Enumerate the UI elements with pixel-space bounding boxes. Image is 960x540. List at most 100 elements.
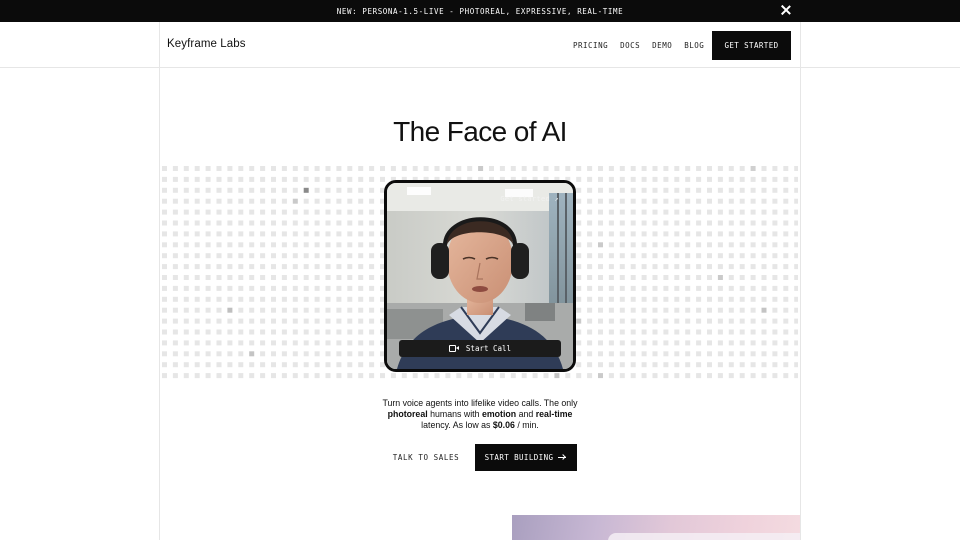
grid-dot [478, 373, 484, 379]
grid-dot [707, 351, 712, 357]
grid-dot [227, 231, 233, 237]
grid-dot [216, 373, 222, 379]
grid-dot [739, 340, 745, 346]
grid-dot [303, 318, 309, 324]
nav-link-pricing[interactable]: PRICING [573, 41, 608, 50]
grid-dot [608, 198, 614, 204]
tagline-text: latency. As low as [421, 420, 493, 431]
grid-dot [608, 187, 614, 193]
grid-dot [260, 187, 266, 193]
grid-dot [325, 220, 331, 226]
grid-dot [336, 198, 342, 204]
grid-dot [194, 285, 200, 291]
grid-dot [641, 362, 647, 368]
grid-dot [794, 340, 798, 346]
grid-dot [598, 296, 603, 302]
grid-dot [303, 242, 309, 248]
grid-dot [347, 275, 353, 280]
grid-dot [194, 187, 200, 193]
brand-logo[interactable]: Keyframe Labs [167, 38, 246, 50]
grid-dot [641, 318, 647, 324]
grid-dot [292, 275, 298, 280]
grid-dot [292, 166, 298, 171]
grid-dot [205, 318, 211, 324]
grid-dot [205, 253, 211, 259]
grid-dot [369, 231, 375, 237]
tagline-realtime: real-time [535, 409, 573, 420]
grid-dot [205, 198, 211, 204]
grid-dot [303, 340, 309, 346]
grid-dot [314, 187, 320, 193]
video-get-started-link[interactable]: Get started ↗ [500, 195, 559, 203]
grid-dot [303, 209, 309, 215]
avatar-video-preview[interactable]: Get started ↗ Start Call [384, 180, 576, 372]
grid-dot [696, 209, 702, 215]
grid-dot [260, 307, 266, 313]
start-building-button[interactable]: START BUILDING [475, 444, 577, 471]
grid-dot [292, 340, 298, 346]
start-call-button[interactable]: Start Call [399, 340, 561, 357]
grid-dot [772, 296, 778, 302]
grid-dot [227, 166, 233, 171]
grid-dot [783, 318, 789, 324]
grid-dot [325, 275, 331, 280]
grid-dot [619, 296, 625, 302]
grid-dot [663, 253, 669, 259]
grid-dot [750, 209, 756, 215]
grid-dot [772, 220, 778, 226]
grid-dot [685, 176, 691, 182]
grid-dot [674, 340, 680, 346]
grid-dot [707, 253, 712, 259]
grid-dot [238, 340, 244, 346]
grid-dot [707, 209, 712, 215]
grid-dot [587, 198, 593, 204]
grid-dot [598, 253, 603, 259]
grid-dot [238, 329, 244, 335]
banner-text[interactable]: NEW: PERSONA-1.5-LIVE - PHOTOREAL, EXPRE… [337, 7, 623, 16]
grid-dot [238, 166, 244, 171]
grid-dot [358, 307, 364, 313]
grid-dot [576, 176, 582, 182]
grid-dot [183, 351, 189, 357]
grid-dot [772, 307, 778, 313]
nav-link-demo[interactable]: DEMO [652, 41, 672, 50]
grid-dot [162, 264, 167, 270]
grid-dot [194, 275, 200, 280]
grid-dot [587, 242, 593, 248]
grid-dot [761, 176, 767, 182]
grid-dot [619, 329, 625, 335]
grid-dot [794, 329, 798, 335]
grid-dot [336, 307, 342, 313]
grid-dot [358, 362, 364, 368]
frame-divider-left [159, 22, 160, 540]
grid-dot [336, 253, 342, 259]
grid-dot [619, 307, 625, 313]
grid-dot [543, 166, 549, 171]
grid-dot [380, 166, 385, 171]
grid-dot [412, 166, 418, 171]
grid-dot [194, 340, 200, 346]
nav-link-blog[interactable]: BLOG [684, 41, 704, 50]
nav-link-docs[interactable]: DOCS [620, 41, 640, 50]
grid-dot [194, 209, 200, 215]
grid-dot [227, 362, 233, 368]
grid-dot [772, 198, 778, 204]
grid-dot [183, 176, 189, 182]
grid-dot [587, 318, 593, 324]
grid-dot [271, 351, 276, 357]
grid-dot [303, 296, 309, 302]
grid-dot [652, 187, 658, 193]
get-started-button[interactable]: GET STARTED [712, 31, 791, 60]
grid-dot [772, 242, 778, 248]
grid-dot [598, 264, 603, 270]
grid-dot [772, 275, 778, 280]
grid-dot [696, 275, 702, 280]
talk-to-sales-button[interactable]: TALK TO SALES [384, 444, 468, 471]
grid-dot [172, 373, 178, 379]
arrow-right-icon [558, 454, 567, 461]
grid-dot [576, 362, 582, 368]
close-icon[interactable] [778, 3, 794, 19]
grid-dot [347, 166, 353, 171]
grid-dot [347, 373, 353, 379]
grid-dot [249, 329, 255, 335]
